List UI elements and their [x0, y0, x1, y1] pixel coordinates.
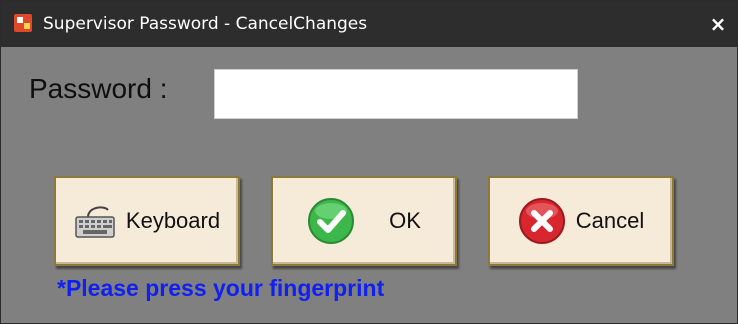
close-button[interactable]: ×	[705, 1, 731, 47]
supervisor-password-dialog: Supervisor Password - CancelChanges × Pa…	[0, 0, 738, 324]
ok-button-label: OK	[389, 208, 421, 233]
checkmark-icon	[308, 198, 355, 244]
cancel-button-label: Cancel	[575, 208, 645, 233]
fingerprint-hint: *Please press your fingerprint	[57, 275, 385, 301]
keyboard-icon	[75, 206, 115, 238]
keyboard-button[interactable]: Keyboard	[54, 176, 240, 266]
window-title: Supervisor Password - CancelChanges	[43, 14, 368, 34]
cancel-button[interactable]: Cancel	[488, 176, 674, 266]
app-icon	[14, 14, 32, 32]
password-input[interactable]	[214, 69, 578, 119]
title-bar[interactable]: Supervisor Password - CancelChanges ×	[1, 1, 737, 47]
keyboard-button-label: Keyboard	[125, 208, 221, 233]
password-label: Password :	[29, 73, 168, 104]
ok-button[interactable]: OK	[271, 176, 457, 266]
cross-icon	[518, 198, 565, 244]
